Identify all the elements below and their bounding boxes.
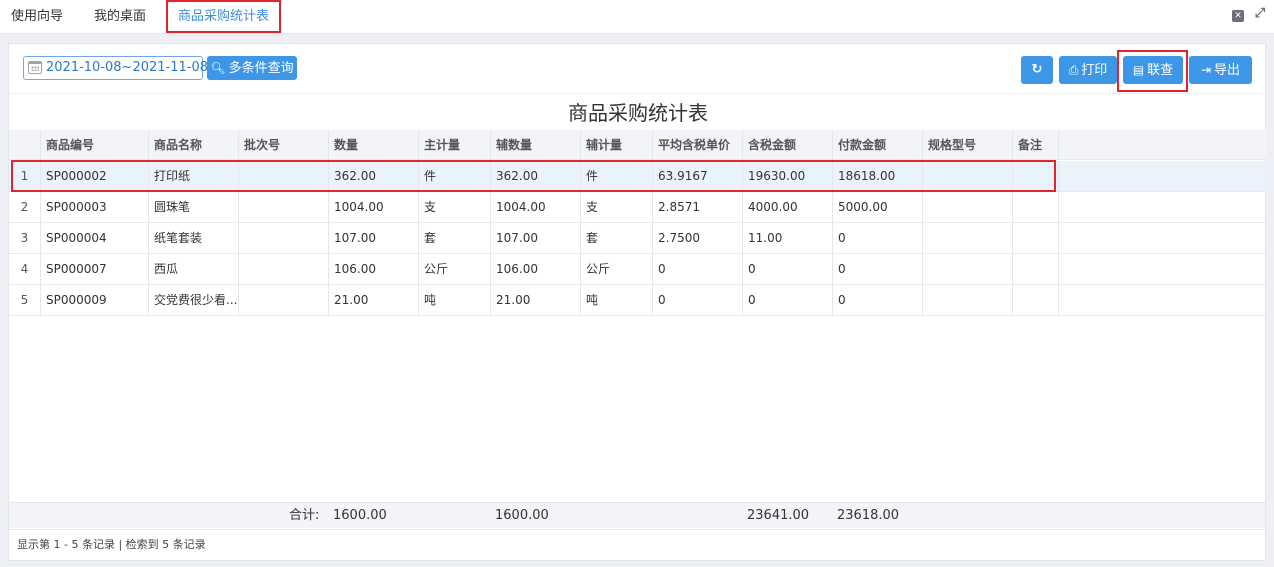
summary-aux-qty: 1600.00 (495, 508, 549, 523)
report-title: 商品采购统计表 (568, 101, 708, 125)
calendar-icon (28, 61, 42, 74)
header-spec[interactable]: 规格型号 (923, 130, 1013, 159)
table-row[interactable]: 1 SP000002 打印纸 362.00 件 362.00 件 63.9167… (9, 161, 1267, 192)
header-aux-unit[interactable]: 辅计量 (581, 130, 653, 159)
header-paid-amount[interactable]: 付款金额 (833, 130, 923, 159)
divider (9, 93, 1267, 94)
date-range-picker[interactable]: 2021-10-08~2021-11-08 (23, 56, 208, 80)
header-remark[interactable]: 备注 (1013, 130, 1059, 159)
header-batch[interactable]: 批次号 (239, 130, 329, 159)
tab-bar: 使用向导 我的桌面 商品采购统计表 ✕ ⤢ (0, 0, 1274, 34)
table-header: 商品编号 商品名称 批次号 数量 主计量 辅数量 辅计量 平均含税单价 含税金额… (9, 130, 1267, 160)
print-button[interactable]: ⎙ 打印 (1059, 56, 1117, 84)
table-row[interactable]: 5 SP000009 交党费很少看... 21.00 吨 21.00 吨 0 0… (9, 285, 1267, 316)
summary-paid-amount: 23618.00 (837, 508, 900, 523)
table-row[interactable]: 2 SP000003 圆珠笔 1004.00 支 1004.00 支 2.857… (9, 192, 1267, 223)
report-panel: 2021-10-08~2021-11-08 🔍︎ 多条件查询 ↻ ⎙ 打印 ▤ 联查 … (8, 43, 1267, 561)
summary-qty: 1600.00 (333, 508, 387, 523)
header-name[interactable]: 商品名称 (149, 130, 239, 159)
close-tab-icon[interactable]: ✕ (1232, 10, 1244, 22)
tab-guide[interactable]: 使用向导 (1, 0, 73, 33)
document-icon: ▤ (1132, 63, 1145, 77)
pager-info: 显示第 1 - 5 条记录 | 检索到 5 条记录 (9, 529, 1265, 561)
table-row[interactable]: 3 SP000004 纸笔套装 107.00 套 107.00 套 2.7500… (9, 223, 1267, 254)
date-range-text: 2021-10-08~2021-11-08 (46, 60, 208, 75)
printer-icon: ⎙ (1068, 63, 1079, 77)
fullscreen-icon[interactable]: ⤢ (1254, 7, 1266, 20)
header-rownum (9, 130, 41, 159)
refresh-icon: ↻ (1031, 62, 1043, 77)
summary-tax-amount: 23641.00 (747, 508, 810, 523)
refresh-button[interactable]: ↻ (1021, 56, 1053, 84)
tab-desktop[interactable]: 我的桌面 (84, 0, 156, 33)
tab-purchase-stats[interactable]: 商品采购统计表 (166, 0, 282, 33)
header-aux-qty[interactable]: 辅数量 (491, 130, 581, 159)
table-row[interactable]: 4 SP000007 西瓜 106.00 公斤 106.00 公斤 0 0 0 (9, 254, 1267, 285)
summary-label: 合计: (289, 508, 320, 523)
drill-query-button[interactable]: ▤ 联查 (1123, 56, 1183, 84)
search-icon: 🔍︎ (210, 61, 226, 75)
header-avg-price[interactable]: 平均含税单价 (653, 130, 743, 159)
multi-condition-query-button[interactable]: 🔍︎ 多条件查询 (207, 56, 297, 80)
header-code[interactable]: 商品编号 (41, 130, 149, 159)
header-tax-amount[interactable]: 含税金额 (743, 130, 833, 159)
export-button[interactable]: ⇥ 导出 (1189, 56, 1252, 84)
export-icon: ⇥ (1200, 63, 1212, 77)
header-main-unit[interactable]: 主计量 (419, 130, 491, 159)
header-qty[interactable]: 数量 (329, 130, 419, 159)
summary-row: 合计: 1600.00 1600.00 23641.00 23618.00 (9, 502, 1265, 528)
